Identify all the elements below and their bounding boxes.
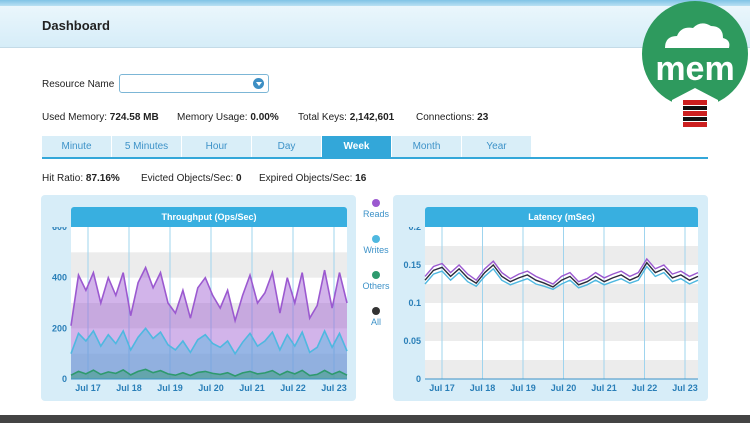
connections-stat: Connections: 23: [416, 112, 489, 123]
page-header: Dashboard: [0, 6, 750, 48]
x-tick-label: Jul 22: [280, 383, 306, 393]
x-tick-label: Jul 20: [551, 383, 577, 393]
y-tick-label: 0.05: [403, 336, 421, 346]
resource-name-select[interactable]: [119, 74, 269, 93]
time-range-tabs: Minute 5 Minutes Hour Day Week Month Yea…: [42, 136, 708, 159]
grid-band: [425, 246, 698, 265]
x-tick-label: Jul 18: [116, 383, 142, 393]
tab-month[interactable]: Month: [392, 136, 462, 157]
y-tick-label: 200: [52, 323, 67, 333]
mem-logo: mem: [640, 0, 750, 145]
resource-name-label: Resource Name: [42, 79, 115, 90]
latency-title: Latency (mSec): [425, 207, 698, 227]
y-tick-label: 0: [62, 374, 67, 384]
y-tick-label: 0.1: [408, 298, 421, 308]
legend-writes[interactable]: Writes: [358, 235, 394, 255]
x-tick-label: Jul 17: [75, 383, 101, 393]
x-tick-label: Jul 20: [198, 383, 224, 393]
x-tick-label: Jul 23: [321, 383, 347, 393]
x-tick-label: Jul 22: [632, 383, 658, 393]
tab-year[interactable]: Year: [462, 136, 532, 157]
legend-dot-reads: [372, 199, 380, 207]
legend-reads[interactable]: Reads: [358, 199, 394, 219]
y-tick-label: 0.2: [408, 227, 421, 232]
throughput-title: Throughput (Ops/Sec): [71, 207, 347, 227]
legend-dot-all: [372, 307, 380, 315]
latency-chart: 0 0.05 0.1 0.15 0.2 Jul 17 Jul 18 Jul 19 Jul 20 J…: [393, 227, 708, 401]
y-tick-label: 400: [52, 273, 67, 283]
tab-day[interactable]: Day: [252, 136, 322, 157]
grid-band: [425, 360, 698, 379]
used-memory-stat: Used Memory: 724.58 MB: [42, 112, 159, 123]
legend-all[interactable]: All: [358, 307, 394, 327]
bottom-bar: [0, 415, 750, 423]
x-tick-label: Jul 19: [157, 383, 183, 393]
x-tick-label: Jul 21: [591, 383, 617, 393]
throughput-panel: Throughput (Ops/Sec) 0 200 400 600 Jul 17 Jul…: [41, 195, 356, 401]
legend-others[interactable]: Others: [358, 271, 394, 291]
tab-minute[interactable]: Minute: [42, 136, 112, 157]
legend-dot-writes: [372, 235, 380, 243]
latency-panel: Latency (mSec) 0 0.05 0.1 0.15 0.2 Jul 17 Jul …: [393, 195, 708, 401]
legend-dot-others: [372, 271, 380, 279]
tab-5-minutes[interactable]: 5 Minutes: [112, 136, 182, 157]
tab-week[interactable]: Week: [322, 136, 392, 157]
total-keys-stat: Total Keys: 2,142,601: [298, 112, 395, 123]
page-title: Dashboard: [42, 18, 110, 33]
grid-band: [425, 284, 698, 303]
tab-hour[interactable]: Hour: [182, 136, 252, 157]
throughput-chart: 0 200 400 600 Jul 17 Jul 18 Jul 19 Jul 20 Jul 21…: [41, 227, 356, 401]
chevron-down-icon[interactable]: [253, 78, 264, 89]
chart-svg-1: 0 0.05 0.1 0.15 0.2 Jul 17 Jul 18 Jul 19 Jul 20 J…: [403, 227, 699, 393]
memory-usage-stat: Memory Usage: 0.00%: [177, 112, 279, 123]
x-tick-label: Jul 18: [470, 383, 496, 393]
y-tick-label: 0: [416, 374, 421, 384]
x-tick-label: Jul 17: [429, 383, 455, 393]
y-tick-label: 0.15: [403, 260, 421, 270]
x-tick-label: Jul 21: [239, 383, 265, 393]
grid-band: [425, 322, 698, 341]
evicted-objects-stat: Evicted Objects/Sec: 0: [141, 173, 242, 184]
grid-band: [71, 252, 347, 278]
hit-ratio-stat: Hit Ratio: 87.16%: [42, 173, 120, 184]
x-tick-label: Jul 19: [510, 383, 536, 393]
logo-text: mem: [655, 50, 734, 88]
x-tick-label: Jul 23: [672, 383, 698, 393]
expired-objects-stat: Expired Objects/Sec: 16: [259, 173, 367, 184]
chart-svg-0: 0 200 400 600 Jul 17 Jul 18 Jul 19 Jul 20 Jul 21…: [52, 227, 348, 393]
y-tick-label: 600: [52, 227, 67, 232]
